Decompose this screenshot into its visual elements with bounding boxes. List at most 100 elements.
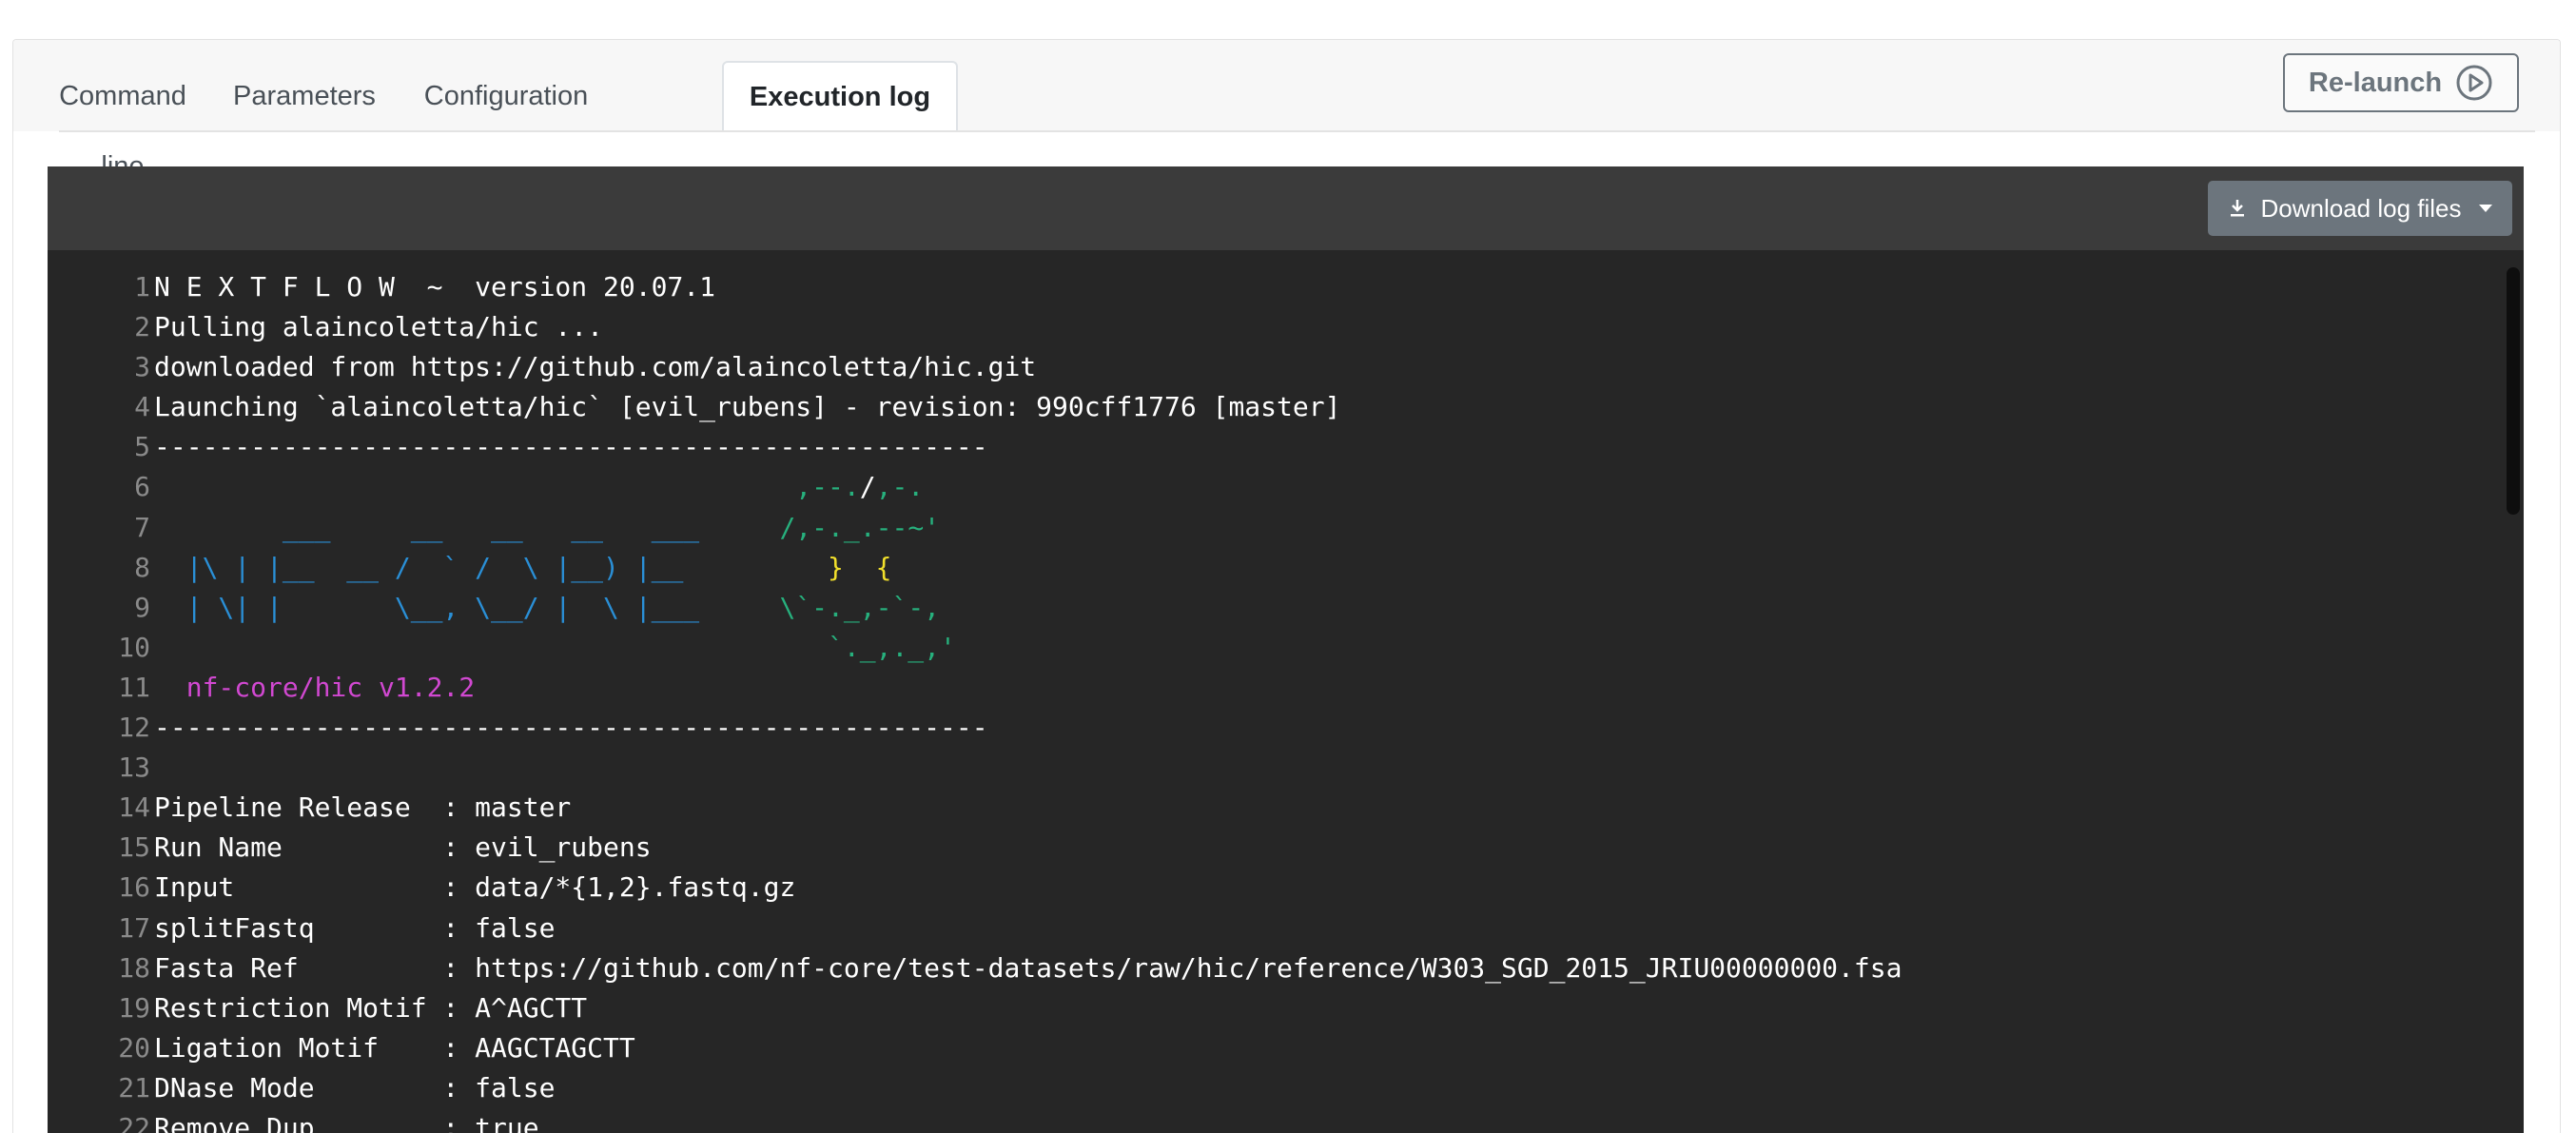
log-line: 14 Pipeline Release : master bbox=[48, 788, 2502, 828]
line-number: 3 bbox=[134, 351, 150, 383]
line-segment: Run Name : evil_rubens bbox=[154, 831, 652, 864]
log-line: 8 |\ | |__ __ / ` / \ |__) |__ } { bbox=[48, 548, 2502, 588]
line-segment: Pipeline Release : master bbox=[154, 791, 572, 824]
download-icon bbox=[2231, 200, 2245, 217]
log-line: 6 ,--./,-. bbox=[48, 467, 2502, 507]
relaunch-label: Re-launch bbox=[2308, 67, 2443, 98]
tab-parameters[interactable]: Parameters bbox=[223, 61, 386, 131]
line-number: 11 bbox=[118, 671, 150, 703]
line-text: Run Name : evil_rubens bbox=[154, 828, 652, 868]
log-content: 1N E X T F L O W ~ version 20.07.1 2 Pulli… bbox=[48, 267, 2502, 1133]
line-text: Ligation Motif : AAGCTAGCTT bbox=[154, 1028, 635, 1068]
line-segment: Launching `alaincoletta/hic` [evil_ruben… bbox=[154, 391, 1341, 423]
line-number: 14 bbox=[118, 791, 150, 824]
console-toolbar: Download log files bbox=[48, 166, 2524, 250]
chevron-down-icon bbox=[2478, 205, 2492, 212]
line-text: nf-core/hic v1.2.2 bbox=[154, 668, 475, 708]
line-number: 17 bbox=[118, 911, 150, 944]
line-text: |\ | |__ __ / ` / \ |__) |__ } { bbox=[154, 548, 892, 588]
log-line: 4 Launching `alaincoletta/hic` [evil_rube… bbox=[48, 387, 2502, 427]
log-line: 10 `._,._,' bbox=[48, 628, 2502, 668]
line-segment: \`-._,-`-, bbox=[779, 591, 941, 623]
line-number: 6 bbox=[134, 471, 150, 503]
log-line: 11 nf-core/hic v1.2.2 bbox=[48, 668, 2502, 708]
play-circle-icon bbox=[2456, 65, 2492, 101]
log-line: 3 downloaded from https://github.com/alai… bbox=[48, 347, 2502, 387]
line-number: 8 bbox=[134, 551, 150, 583]
line-segment: DNase Mode : false bbox=[154, 1071, 556, 1104]
line-text: Remove Dup : true bbox=[154, 1108, 539, 1133]
download-log-files-button[interactable]: Download log files bbox=[2208, 181, 2512, 236]
line-segment: ,-. bbox=[875, 471, 925, 503]
line-segment: ___ __ __ __ ___ bbox=[154, 511, 780, 543]
line-number: 13 bbox=[118, 752, 150, 784]
log-line: 20 Ligation Motif : AAGCTAGCTT bbox=[48, 1028, 2502, 1068]
scrollbar-thumb[interactable] bbox=[2507, 267, 2520, 515]
line-text: ,--./,-. bbox=[154, 467, 924, 507]
line-segment: splitFastq : false bbox=[154, 911, 556, 944]
line-segment: Ligation Motif : AAGCTAGCTT bbox=[154, 1031, 635, 1064]
line-text: splitFastq : false bbox=[154, 908, 555, 948]
line-text: DNase Mode : false bbox=[154, 1068, 555, 1108]
line-segment: /,-._.--~' bbox=[779, 511, 941, 543]
line-number: 9 bbox=[134, 591, 150, 623]
line-number: 12 bbox=[118, 712, 150, 744]
log-line: 18 Fasta Ref : https://github.com/nf-core… bbox=[48, 948, 2502, 988]
line-number: 7 bbox=[134, 511, 150, 543]
log-line: 5 ---------------------------------------… bbox=[48, 427, 2502, 467]
log-line: 17 splitFastq : false bbox=[48, 908, 2502, 948]
line-number: 15 bbox=[118, 831, 150, 864]
log-console: Download log files 1N E X T F L O W ~ ve… bbox=[48, 166, 2524, 1133]
line-segment: ,--. bbox=[795, 471, 860, 503]
line-segment: Input : data/*{1,2}.fastq.gz bbox=[154, 871, 796, 904]
line-segment: Remove Dup : true bbox=[154, 1111, 539, 1133]
line-number: 4 bbox=[134, 391, 150, 423]
line-segment: `._,._,' bbox=[154, 631, 956, 663]
relaunch-button[interactable]: Re-launch bbox=[2283, 53, 2519, 112]
line-text: Launching `alaincoletta/hic` [evil_ruben… bbox=[154, 387, 1340, 427]
line-text: Restriction Motif : A^AGCTT bbox=[154, 988, 587, 1028]
log-line: 16 Input : data/*{1,2}.fastq.gz bbox=[48, 868, 2502, 908]
download-label: Download log files bbox=[2260, 193, 2462, 223]
line-number: 1 bbox=[134, 271, 150, 303]
line-number: 18 bbox=[118, 951, 150, 984]
line-text: Pipeline Release : master bbox=[154, 788, 571, 828]
line-text: ----------------------------------------… bbox=[154, 708, 988, 748]
log-line: 12 --------------------------------------… bbox=[48, 708, 2502, 748]
line-text: `._,._,' bbox=[154, 628, 956, 668]
log-line: 21 DNase Mode : false bbox=[48, 1068, 2502, 1108]
log-scrollbar[interactable] bbox=[2505, 267, 2522, 1133]
line-segment: nf-core/hic v1.2.2 bbox=[154, 671, 476, 703]
log-line: 15 Run Name : evil_rubens bbox=[48, 828, 2502, 868]
tab-bar: Command line Parameters Configuration Ex… bbox=[13, 40, 2560, 182]
log-line: 13 bbox=[48, 748, 2502, 788]
log-line: 7 ___ __ __ __ ___ /,-._.--~' bbox=[48, 508, 2502, 548]
line-number: 21 bbox=[118, 1071, 150, 1104]
line-number: 20 bbox=[118, 1031, 150, 1064]
line-text: Pulling alaincoletta/hic ... bbox=[154, 307, 603, 347]
tab-execution-log[interactable]: Execution log bbox=[722, 61, 958, 132]
line-text: N E X T F L O W ~ version 20.07.1 bbox=[154, 267, 715, 307]
execution-card: Command line Parameters Configuration Ex… bbox=[12, 39, 2561, 1133]
log-line: 19 Restriction Motif : A^AGCTT bbox=[48, 988, 2502, 1028]
line-number: 19 bbox=[118, 991, 150, 1024]
tab-divider bbox=[59, 130, 2535, 132]
tab-configuration[interactable]: Configuration bbox=[398, 61, 615, 131]
log-line: 9 | \| | \__, \__/ | \ |___ \`-._,-`-, bbox=[48, 588, 2502, 628]
line-text: ----------------------------------------… bbox=[154, 427, 988, 467]
line-text: Input : data/*{1,2}.fastq.gz bbox=[154, 868, 795, 908]
line-number: 5 bbox=[134, 431, 150, 463]
line-segment: / bbox=[859, 471, 876, 503]
tab-command-line[interactable]: Command line bbox=[34, 61, 211, 182]
line-text: | \| | \__, \__/ | \ |___ \`-._,-`-, bbox=[154, 588, 940, 628]
line-number: 10 bbox=[118, 631, 150, 663]
line-segment: Pulling alaincoletta/hic ... bbox=[154, 311, 604, 343]
line-segment bbox=[154, 471, 795, 502]
line-segment: Fasta Ref : https://github.com/nf-core/t… bbox=[154, 951, 1903, 984]
line-segment: |\ | |__ __ / ` / \ |__) |__ bbox=[154, 551, 829, 583]
log-line: 2 Pulling alaincoletta/hic ... bbox=[48, 307, 2502, 347]
line-segment: ----------------------------------------… bbox=[154, 712, 988, 744]
line-segment: ----------------------------------------… bbox=[154, 431, 988, 463]
line-segment: Restriction Motif : A^AGCTT bbox=[154, 991, 588, 1024]
line-text: Fasta Ref : https://github.com/nf-core/t… bbox=[154, 948, 1902, 988]
